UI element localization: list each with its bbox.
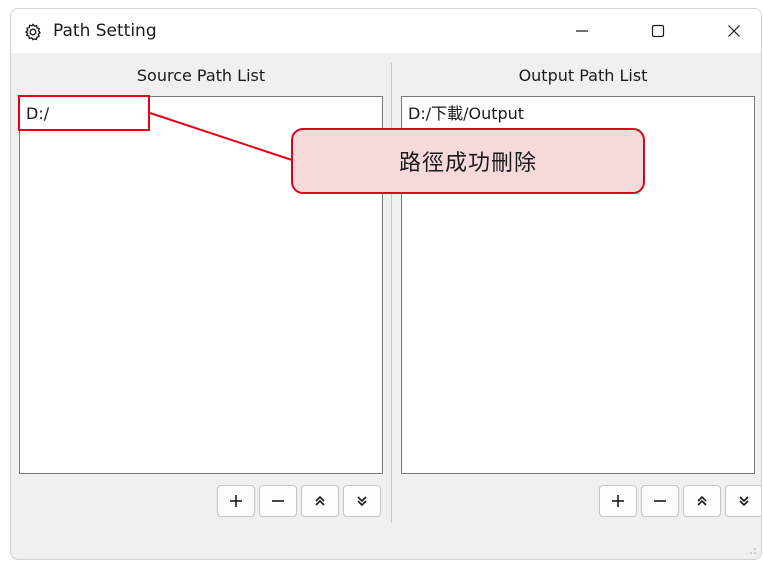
output-button-row [599,485,761,517]
source-add-button[interactable] [217,485,255,517]
source-move-up-button[interactable] [301,485,339,517]
window-title: Path Setting [53,21,157,41]
source-remove-button[interactable] [259,485,297,517]
annotation-callout: 路徑成功刪除 [291,128,645,194]
source-button-row [217,485,381,517]
maximize-button[interactable] [635,9,681,53]
double-chevron-down-icon [739,496,749,507]
plus-icon [612,495,624,507]
output-add-button[interactable] [599,485,637,517]
resize-grip-icon[interactable] [749,547,757,555]
annotation-callout-text: 路徑成功刪除 [398,151,537,176]
maximize-icon [651,24,665,38]
minus-icon [272,500,284,502]
output-move-up-button[interactable] [683,485,721,517]
source-path-list-title: Source Path List [136,66,266,85]
plus-icon [230,495,242,507]
minus-icon [654,500,666,502]
output-remove-button[interactable] [641,485,679,517]
output-move-down-button[interactable] [725,485,761,517]
close-icon [728,25,740,37]
double-chevron-down-icon [357,496,367,507]
source-move-down-button[interactable] [343,485,381,517]
path-setting-window: Path Setting Source Path List Output Pat… [10,8,762,560]
double-chevron-up-icon [697,495,707,506]
double-chevron-up-icon [315,495,325,506]
output-path-item[interactable]: D:/下載/Output [408,103,524,125]
annotation-highlight-box [18,95,150,131]
gear-icon [24,23,41,41]
output-path-list-title: Output Path List [518,66,648,85]
close-button[interactable] [711,9,757,53]
title-bar[interactable]: Path Setting [11,9,761,53]
minimize-icon [576,30,588,32]
minimize-button[interactable] [559,9,605,53]
